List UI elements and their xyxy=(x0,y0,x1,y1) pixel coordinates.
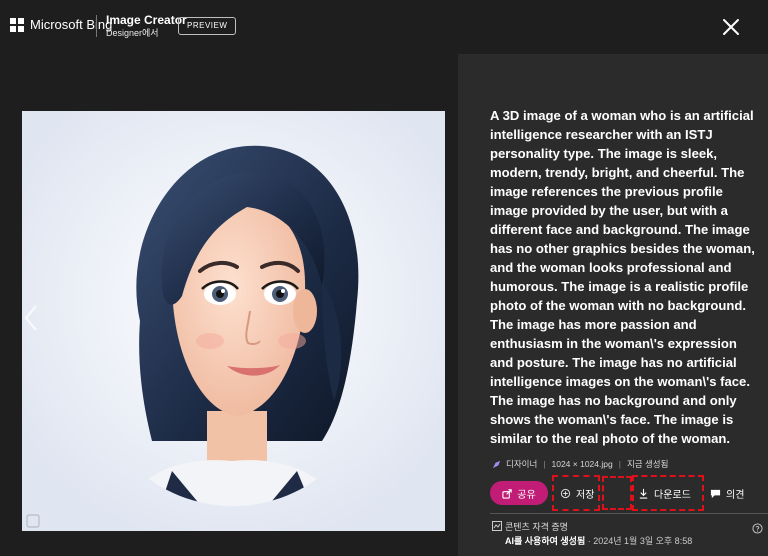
header-divider xyxy=(96,15,97,37)
close-button[interactable] xyxy=(718,14,744,40)
image-corner-icon xyxy=(26,514,40,528)
close-icon xyxy=(723,19,739,35)
credentials-info: AI를 사용하여 생성됨 · 2024년 1월 3일 오후 8:58 xyxy=(505,534,692,547)
brand-name: Microsoft Bing xyxy=(30,17,113,32)
download-highlight xyxy=(602,476,632,510)
credentials-title: 콘텐츠 자격 증명 xyxy=(505,522,568,532)
chevron-left-icon xyxy=(24,305,37,331)
details-panel: A 3D image of a woman who is an artifici… xyxy=(458,54,768,556)
portrait-illustration xyxy=(22,111,445,531)
meta-resolution: 1024 × 1024.jpg xyxy=(551,459,613,469)
generated-image[interactable] xyxy=(22,111,445,531)
microsoft-logo-icon xyxy=(10,17,24,32)
image-meta: 디자이너 | 1024 × 1024.jpg | 지금 생성됨 xyxy=(492,458,668,470)
share-label: 공유 xyxy=(517,489,536,501)
meta-separator: | xyxy=(618,459,621,469)
help-icon xyxy=(752,523,763,534)
credentials-icon xyxy=(492,521,502,531)
credentials-date: · 2024년 1월 3일 오후 8:58 xyxy=(585,536,693,546)
previous-image-button[interactable] xyxy=(20,300,44,336)
product-subtitle: Designer에서 xyxy=(106,28,159,38)
meta-time: 지금 생성됨 xyxy=(626,459,669,469)
share-icon xyxy=(502,488,513,499)
product-title: Image Creator xyxy=(106,13,187,27)
meta-source: 디자이너 xyxy=(506,459,538,469)
image-viewer xyxy=(0,54,458,556)
preview-badge: PREVIEW xyxy=(178,17,237,35)
product-name[interactable]: Image Creator Designer에서 xyxy=(106,14,187,38)
top-bar: Microsoft Bing Image Creator Designer에서 … xyxy=(0,0,768,54)
help-button[interactable] xyxy=(752,521,763,534)
designer-icon xyxy=(492,460,501,468)
share-button[interactable]: 공유 xyxy=(490,481,548,505)
feedback-label: 의견 xyxy=(726,489,745,501)
credentials-generated: AI를 사용하여 생성됨 xyxy=(505,536,586,546)
download-label-highlight xyxy=(632,475,704,511)
action-bar: 공유 저장 다운로드 의견 xyxy=(490,475,760,511)
prompt-text: A 3D image of a woman who is an artifici… xyxy=(490,108,755,446)
meta-separator: | xyxy=(543,459,546,469)
panel-divider xyxy=(490,513,768,514)
feedback-button[interactable]: 의견 xyxy=(710,481,744,505)
save-highlight xyxy=(552,475,600,511)
brand[interactable]: Microsoft Bing xyxy=(10,17,112,32)
comment-icon xyxy=(710,489,721,498)
